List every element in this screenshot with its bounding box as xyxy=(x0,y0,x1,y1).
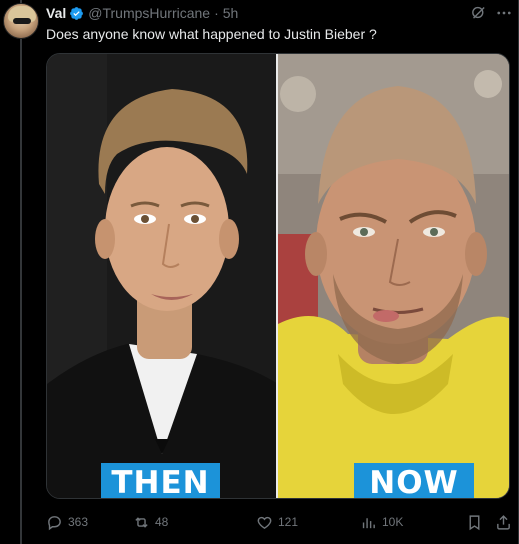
post-media[interactable]: THEN NOW xyxy=(46,53,510,499)
repost-button[interactable]: 48 xyxy=(133,512,168,532)
user-handle[interactable]: @TrumpsHurricane xyxy=(88,5,210,21)
thread-line xyxy=(20,0,22,544)
heart-icon xyxy=(257,516,272,529)
verified-badge-icon xyxy=(70,6,84,20)
then-portrait-illustration xyxy=(47,54,278,498)
bookmark-icon xyxy=(469,514,480,530)
post-text: Does anyone know what happened to Justin… xyxy=(46,26,377,42)
now-portrait-illustration xyxy=(278,54,509,498)
then-caption: THEN xyxy=(101,463,220,498)
post-timestamp[interactable]: 5h xyxy=(223,5,239,21)
then-photo: THEN xyxy=(47,54,278,498)
now-caption: NOW xyxy=(354,463,474,498)
avatar[interactable] xyxy=(3,3,39,39)
repost-count: 48 xyxy=(155,515,169,529)
post-actions: 363 48 121 10K xyxy=(46,512,512,532)
share-button[interactable] xyxy=(495,512,517,532)
more-options-icon[interactable] xyxy=(495,4,513,22)
views-button[interactable]: 10K xyxy=(360,512,403,532)
repost-icon xyxy=(135,516,148,528)
separator-dot: · xyxy=(214,5,219,21)
reply-count: 363 xyxy=(68,515,89,529)
like-count: 121 xyxy=(278,515,299,529)
display-name[interactable]: Val xyxy=(46,5,66,21)
post-header: Val @TrumpsHurricane · 5h xyxy=(46,4,238,22)
now-photo: NOW xyxy=(278,54,509,498)
avatar-glasses xyxy=(13,18,31,24)
views-chart-icon xyxy=(362,517,375,528)
reply-button[interactable]: 363 xyxy=(46,512,88,532)
grok-icon[interactable] xyxy=(470,4,487,21)
like-button[interactable]: 121 xyxy=(256,512,298,532)
bookmark-button[interactable] xyxy=(466,512,488,532)
reply-icon xyxy=(48,515,61,530)
share-icon xyxy=(497,514,510,530)
views-count: 10K xyxy=(382,515,404,529)
